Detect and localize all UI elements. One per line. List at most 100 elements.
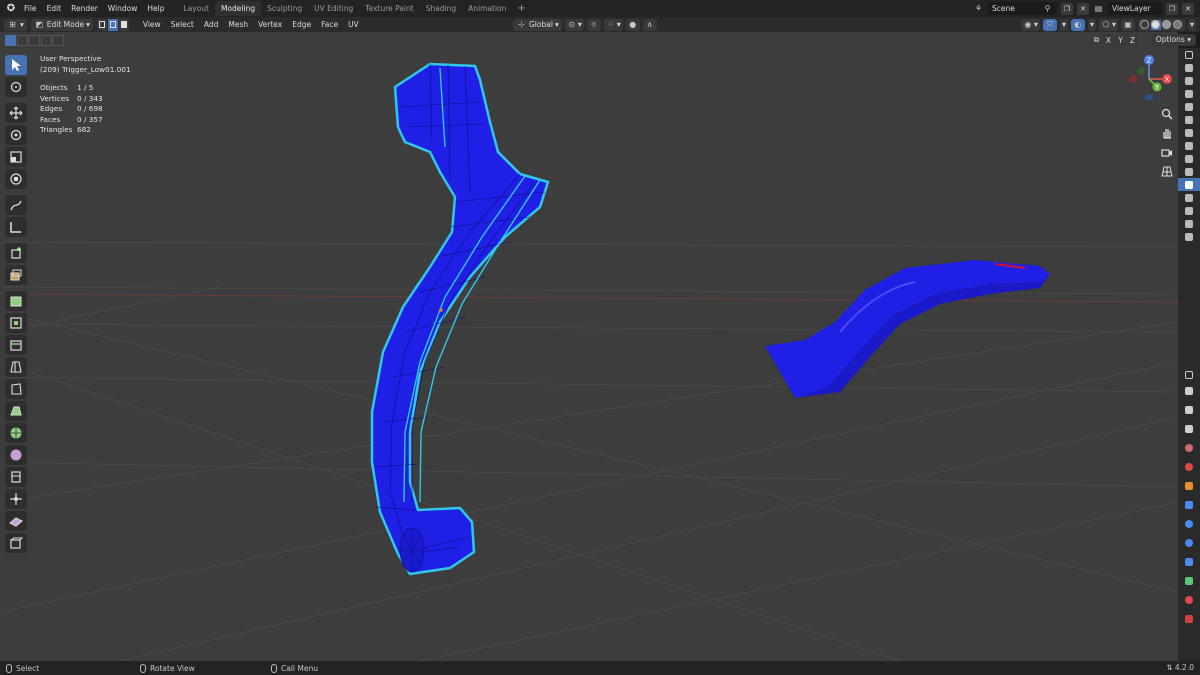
camera-icon[interactable]	[1178, 217, 1200, 230]
constraint-properties-tab[interactable]	[1178, 552, 1200, 571]
inset-tool[interactable]	[5, 291, 27, 311]
menu-file[interactable]: File	[19, 0, 42, 17]
transform-tool[interactable]	[5, 169, 27, 189]
face-select-button[interactable]	[118, 18, 130, 31]
neg-z-axis-handle[interactable]	[1145, 94, 1153, 100]
camera-icon[interactable]	[1178, 139, 1200, 152]
smooth-tool[interactable]	[5, 423, 27, 443]
new-view-layer-icon[interactable]: ❐	[1166, 2, 1178, 15]
select-invert-button[interactable]	[41, 34, 52, 46]
push-pull-tool[interactable]	[5, 489, 27, 509]
output-properties-tab[interactable]	[1178, 400, 1200, 419]
neg-y-axis-handle[interactable]	[1137, 67, 1145, 75]
mirror-x-toggle[interactable]: X	[1103, 34, 1114, 46]
view-layer-browse-icon[interactable]: ▤	[1093, 3, 1104, 14]
tab-sculpting[interactable]: Sculpting	[261, 1, 308, 16]
overlay-dropdown[interactable]: ▾	[1087, 18, 1096, 31]
menu-window[interactable]: Window	[103, 0, 143, 17]
camera-icon[interactable]	[1178, 61, 1200, 74]
move-tool[interactable]	[5, 103, 27, 123]
object-properties-tab[interactable]	[1178, 476, 1200, 495]
mode-selector[interactable]: ◩ Edit Mode ▾	[30, 18, 93, 31]
modifier-properties-tab[interactable]	[1178, 495, 1200, 514]
pin-icon[interactable]: ⚲	[1042, 3, 1053, 14]
camera-icon[interactable]	[1178, 152, 1200, 165]
poly-build-tool[interactable]	[5, 379, 27, 399]
menu-add[interactable]: Add	[199, 20, 224, 29]
trigger-mesh[interactable]	[370, 62, 550, 576]
camera-icon-active[interactable]	[1178, 178, 1200, 191]
tab-modeling[interactable]: Modeling	[214, 1, 262, 16]
measure-tool[interactable]	[5, 217, 27, 237]
menu-render[interactable]: Render	[66, 0, 103, 17]
pan-button[interactable]	[1159, 125, 1175, 141]
add-workspace-button[interactable]: +	[512, 3, 530, 14]
navigation-gizmo[interactable]: Z X Y	[1127, 54, 1173, 100]
menu-uv[interactable]: UV	[343, 20, 364, 29]
menu-vertex[interactable]: Vertex	[253, 20, 287, 29]
collection-toggle[interactable]	[1178, 48, 1200, 61]
xray-toggle[interactable]: ▣	[1120, 18, 1135, 31]
material-shading-icon[interactable]	[1162, 20, 1172, 30]
overlay-toggle[interactable]: ◐	[1070, 18, 1085, 31]
3d-viewport[interactable]: Z X Y	[0, 32, 1178, 661]
options-button[interactable]: Options ▾	[1150, 34, 1196, 46]
new-scene-icon[interactable]: ❐	[1061, 2, 1073, 15]
knife-tool[interactable]	[5, 357, 27, 377]
proportional-edit-toggle[interactable]: ●	[625, 18, 640, 31]
tab-animation[interactable]: Animation	[462, 1, 512, 16]
data-properties-tab[interactable]	[1178, 571, 1200, 590]
mesh-edit-overlay-toggle[interactable]: ⬠ ▾	[1098, 18, 1118, 31]
view-layer-properties-tab[interactable]	[1178, 419, 1200, 438]
menu-view[interactable]: View	[138, 20, 166, 29]
perspective-toggle-button[interactable]	[1159, 163, 1175, 179]
camera-view-button[interactable]	[1159, 144, 1175, 160]
bevel-tool[interactable]	[5, 313, 27, 333]
view-layer-field[interactable]: ViewLayer	[1108, 2, 1162, 15]
extrude-tool[interactable]	[5, 265, 27, 285]
material-properties-tab[interactable]	[1178, 590, 1200, 609]
select-extend-button[interactable]	[17, 34, 28, 46]
tool-properties-tab[interactable]	[1178, 368, 1200, 381]
camera-icon[interactable]	[1178, 204, 1200, 217]
select-new-button[interactable]	[5, 34, 16, 46]
pivot-selector[interactable]: ⊙ ▾	[564, 18, 584, 31]
add-cube-tool[interactable]	[5, 243, 27, 263]
world-properties-tab[interactable]	[1178, 457, 1200, 476]
select-intersect-button[interactable]	[53, 34, 64, 46]
scene-browse-icon[interactable]: ⚘	[973, 3, 984, 14]
scene-properties-tab[interactable]	[1178, 438, 1200, 457]
menu-help[interactable]: Help	[142, 0, 169, 17]
solid-shading-icon[interactable]	[1150, 19, 1161, 30]
delete-view-layer-icon[interactable]: ✕	[1182, 2, 1194, 15]
falloff-selector[interactable]: ∧	[642, 18, 657, 31]
shrink-fatten-tool[interactable]	[5, 445, 27, 465]
mirror-z-toggle[interactable]: Z	[1127, 34, 1138, 46]
snap-toggle[interactable]: ⌾	[586, 18, 601, 31]
tab-shading[interactable]: Shading	[420, 1, 462, 16]
menu-select[interactable]: Select	[166, 20, 199, 29]
orientation-selector[interactable]: ⊹ Global ▾	[513, 18, 562, 31]
editor-type-button[interactable]: ⊞ ▾	[4, 18, 27, 31]
camera-icon[interactable]	[1178, 191, 1200, 204]
particle-properties-tab[interactable]	[1178, 514, 1200, 533]
shading-dropdown[interactable]: ▾	[1187, 18, 1196, 31]
render-properties-tab[interactable]	[1178, 381, 1200, 400]
menu-edit[interactable]: Edit	[42, 0, 67, 17]
shear-tool[interactable]	[5, 467, 27, 487]
wireframe-shading-icon[interactable]	[1140, 20, 1150, 30]
cursor-tool[interactable]	[5, 77, 27, 97]
scale-tool[interactable]	[5, 147, 27, 167]
tab-layout[interactable]: Layout	[177, 1, 215, 16]
scene-canvas[interactable]	[0, 32, 1178, 661]
camera-icon[interactable]	[1178, 230, 1200, 243]
camera-icon[interactable]	[1178, 74, 1200, 87]
blender-logo-icon[interactable]: ✪	[3, 0, 19, 17]
rotate-tool[interactable]	[5, 125, 27, 145]
to-sphere-tool[interactable]	[5, 533, 27, 553]
rendered-shading-icon[interactable]	[1173, 20, 1183, 30]
tab-texture-paint[interactable]: Texture Paint	[359, 1, 419, 16]
select-subtract-button[interactable]	[29, 34, 40, 46]
gizmo-dropdown[interactable]: ▾	[1059, 18, 1068, 31]
camera-icon[interactable]	[1178, 126, 1200, 139]
